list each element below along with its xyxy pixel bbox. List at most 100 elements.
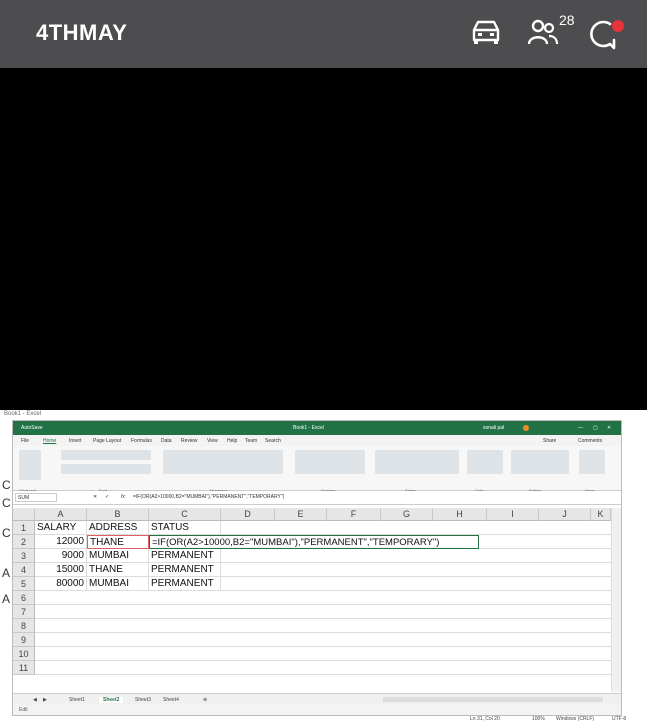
cell-a3[interactable]: 9000 (35, 549, 87, 563)
cell-a4[interactable]: 15000 (35, 563, 87, 577)
cell-b5[interactable]: MUMBAI (87, 577, 149, 591)
column-header[interactable]: C (149, 508, 221, 521)
excel-window-title: Book1 - Excel (293, 425, 324, 431)
sheet-tab-active[interactable]: Sheet2 (99, 697, 124, 703)
encoding: UTF-8 (612, 716, 627, 722)
font-format-buttons[interactable] (61, 464, 151, 474)
row-header[interactable]: 2 (13, 535, 35, 549)
horizontal-scrollbar[interactable] (383, 697, 603, 702)
tab-data[interactable]: Data (161, 438, 172, 444)
background-letter: A (2, 566, 11, 580)
cell-c3[interactable]: PERMANENT (149, 549, 221, 563)
tab-review[interactable]: Review (181, 438, 197, 444)
row-header[interactable]: 9 (13, 633, 35, 647)
column-header[interactable]: J (539, 508, 591, 521)
maximize-icon[interactable]: ▢ (593, 425, 598, 431)
excel-status-bar: Edit (13, 705, 621, 715)
car-icon[interactable] (470, 18, 502, 51)
column-header[interactable]: G (381, 508, 433, 521)
excel-title-bar: AutoSave Book1 - Excel sonali pal — ▢ ✕ (13, 421, 621, 435)
styles-gallery[interactable] (375, 450, 459, 474)
tab-team[interactable]: Team (245, 438, 257, 444)
excel-window: AutoSave Book1 - Excel sonali pal — ▢ ✕ … (12, 420, 622, 716)
tab-page-layout[interactable]: Page Layout (93, 438, 121, 444)
formula-input[interactable]: =IF(OR(A2>10000,B2="MUMBAI"),"PERMANENT"… (133, 494, 284, 500)
enter-icon[interactable]: ✓ (105, 494, 109, 500)
sheet-nav-right-icon[interactable]: ▶ (43, 697, 47, 703)
status-mode: Edit (19, 707, 28, 713)
app-header: 4THMAY 28 (0, 0, 647, 68)
row-header[interactable]: 4 (13, 563, 35, 577)
background-letter: A (2, 592, 11, 606)
cell-a2[interactable]: 12000 (35, 535, 87, 549)
font-selector[interactable] (61, 450, 151, 460)
comments-button[interactable]: Comments (578, 438, 602, 444)
column-header[interactable]: A (35, 508, 87, 521)
cell-b4[interactable]: THANE (87, 563, 149, 577)
user-avatar[interactable] (523, 425, 529, 431)
ideas-button[interactable] (579, 450, 605, 474)
chat-icon[interactable] (588, 18, 628, 55)
select-all-corner[interactable] (13, 508, 35, 521)
add-sheet-icon[interactable]: ⊕ (203, 697, 207, 703)
tell-me-search[interactable]: Search (265, 438, 281, 444)
column-header[interactable]: I (487, 508, 539, 521)
user-name[interactable]: sonali pal (483, 425, 504, 431)
tab-view[interactable]: View (207, 438, 218, 444)
cell-b2[interactable]: THANE (87, 535, 149, 549)
column-header[interactable]: H (433, 508, 487, 521)
meeting-title: 4THMAY (36, 20, 128, 45)
column-header[interactable]: F (327, 508, 381, 521)
column-header[interactable]: B (87, 508, 149, 521)
tab-home[interactable]: Home (43, 438, 56, 444)
row-header[interactable]: 10 (13, 647, 35, 661)
minimize-icon[interactable]: — (578, 425, 583, 431)
line-ending: Windows (CRLF) (556, 716, 595, 722)
alignment-buttons[interactable] (163, 450, 283, 474)
cell-b3[interactable]: MUMBAI (87, 549, 149, 563)
sheet-tab[interactable]: Sheet3 (135, 697, 151, 703)
row-header[interactable]: 11 (13, 661, 35, 675)
column-header[interactable]: D (221, 508, 275, 521)
column-header[interactable]: E (275, 508, 327, 521)
autosave-toggle[interactable]: AutoSave (21, 425, 43, 431)
name-box[interactable]: SUM (15, 493, 57, 502)
row-header[interactable]: 6 (13, 591, 35, 605)
cell-a5[interactable]: 80000 (35, 577, 87, 591)
tab-file[interactable]: File (21, 438, 29, 444)
ribbon: Clipboard Font Alignment Number Styles C… (13, 446, 621, 493)
sheet-tab[interactable]: Sheet4 (163, 697, 179, 703)
editor-status-bar: Ln 31, Col 20 100% Windows (CRLF) UTF-8 (0, 716, 647, 724)
tab-help[interactable]: Help (227, 438, 237, 444)
close-icon[interactable]: ✕ (607, 425, 611, 431)
tab-formulas[interactable]: Formulas (131, 438, 152, 444)
cell-c5[interactable]: PERMANENT (149, 577, 221, 591)
tab-insert[interactable]: Insert (69, 438, 82, 444)
cell-c2-editing[interactable]: =IF(OR(A2>10000,B2="MUMBAI"),"PERMANENT"… (149, 535, 479, 549)
cursor-position: Ln 31, Col 20 (470, 716, 500, 722)
paste-button[interactable] (19, 450, 41, 480)
function-icon[interactable]: fx (121, 494, 125, 500)
row-header[interactable]: 8 (13, 619, 35, 633)
cell-a1[interactable]: SALARY (35, 521, 87, 535)
editing-buttons[interactable] (511, 450, 569, 474)
number-format[interactable] (295, 450, 365, 474)
cells-buttons[interactable] (467, 450, 503, 474)
column-header[interactable]: K (591, 508, 611, 521)
zoom-level: 100% (532, 716, 545, 722)
sheet-tab[interactable]: Sheet1 (69, 697, 85, 703)
cell-b1[interactable]: ADDRESS (87, 521, 149, 535)
shared-screen: Book1 - Excel C C C A A AutoSave Book1 -… (0, 410, 647, 724)
share-button[interactable]: Share (543, 438, 556, 444)
cell-c1[interactable]: STATUS (149, 521, 221, 535)
cancel-icon[interactable]: ✕ (93, 494, 97, 500)
row-header[interactable]: 1 (13, 521, 35, 535)
background-window-title: Book1 - Excel (4, 411, 42, 417)
row-header[interactable]: 7 (13, 605, 35, 619)
row-header[interactable]: 5 (13, 577, 35, 591)
people-icon[interactable] (527, 18, 559, 51)
cell-c4[interactable]: PERMANENT (149, 563, 221, 577)
sheet-nav-left-icon[interactable]: ◀ (33, 697, 37, 703)
row-header[interactable]: 3 (13, 549, 35, 563)
vertical-scrollbar[interactable] (611, 508, 621, 692)
